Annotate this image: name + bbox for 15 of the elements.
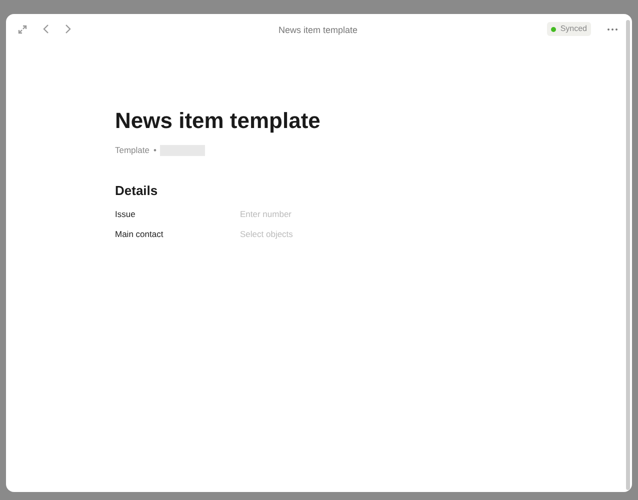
window-title: News item template [278, 25, 358, 35]
separator-dot: • [154, 144, 156, 158]
field-label: Issue [115, 208, 136, 222]
forward-icon[interactable] [65, 24, 71, 34]
template-label: Template [115, 144, 150, 158]
input-field[interactable]: Select objects [240, 228, 360, 242]
section-title: Details [115, 182, 159, 200]
field-label: Main contact [115, 228, 164, 242]
page-title: News item template [115, 108, 322, 134]
input-field[interactable]: Enter number [240, 208, 360, 222]
expand-icon[interactable] [18, 24, 27, 34]
sync-status: Synced [547, 22, 591, 36]
back-icon[interactable] [43, 24, 49, 34]
scrollbar[interactable] [626, 20, 630, 490]
more-icon[interactable] [607, 28, 618, 30]
